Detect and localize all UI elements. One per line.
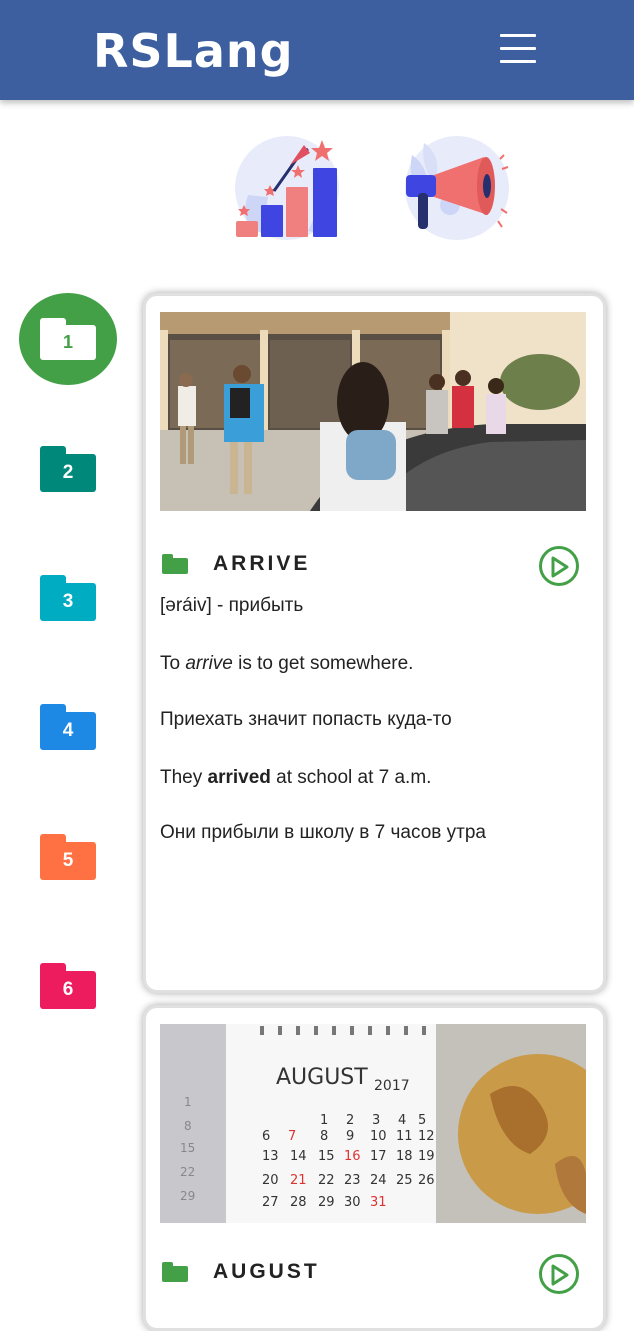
text-meaning-translate: Приехать значит попасть куда-то: [160, 709, 452, 730]
svg-text:12: 12: [418, 1129, 435, 1144]
svg-text:9: 9: [346, 1129, 354, 1144]
word-card: ARRIVE [əráiv] - прибыть To arrive is to…: [143, 293, 606, 993]
statistics-chart-icon[interactable]: [234, 135, 340, 241]
svg-text:19: 19: [418, 1149, 435, 1164]
svg-text:20: 20: [262, 1173, 279, 1188]
group-label: 5: [40, 842, 96, 880]
folder-icon: [162, 554, 188, 574]
play-icon: [551, 1264, 569, 1286]
folder-icon: [162, 1262, 188, 1282]
svg-text:22: 22: [318, 1173, 335, 1188]
text-meaning-suffix: is to get somewhere.: [232, 653, 414, 674]
svg-text:24: 24: [370, 1173, 387, 1188]
svg-text:31: 31: [370, 1195, 387, 1210]
word-image: AUGUST 2017 12345 6 7 8 9 10 11 12 13 14 15 16 17 1…: [160, 1024, 586, 1223]
play-icon: [551, 556, 569, 578]
text-example-prefix: They: [160, 767, 208, 788]
svg-text:22: 22: [180, 1165, 195, 1179]
svg-text:18: 18: [396, 1149, 413, 1164]
svg-text:8: 8: [320, 1129, 328, 1144]
word-title: ARRIVE: [213, 552, 311, 575]
folder-icon: 1: [40, 318, 96, 360]
group-6-button[interactable]: 6: [40, 963, 96, 1009]
calendar-year: 2017: [374, 1078, 410, 1094]
app-logo[interactable]: RSLang: [93, 24, 294, 78]
word-transcription: [əráiv] - прибыть: [160, 595, 304, 616]
svg-text:29: 29: [180, 1189, 195, 1203]
svg-text:15: 15: [318, 1149, 335, 1164]
svg-text:17: 17: [370, 1149, 387, 1164]
word-header: ARRIVE: [160, 546, 586, 586]
text-example-suffix: at school at 7 a.m.: [270, 767, 432, 788]
group-3-button[interactable]: 3: [40, 575, 96, 621]
play-audio-button[interactable]: [539, 1254, 579, 1294]
svg-text:11: 11: [396, 1129, 413, 1144]
group-4-button[interactable]: 4: [40, 704, 96, 750]
svg-text:25: 25: [396, 1173, 413, 1188]
svg-text:26: 26: [418, 1173, 435, 1188]
group-2-button[interactable]: 2: [40, 446, 96, 492]
svg-text:10: 10: [370, 1129, 387, 1144]
svg-text:1: 1: [184, 1095, 192, 1109]
svg-text:8: 8: [184, 1119, 192, 1133]
svg-text:15: 15: [180, 1141, 195, 1155]
svg-text:2: 2: [346, 1113, 354, 1128]
group-1-button[interactable]: 1: [19, 293, 117, 385]
group-label: 4: [40, 712, 96, 750]
svg-text:1: 1: [320, 1113, 328, 1128]
svg-text:3: 3: [372, 1113, 380, 1128]
svg-text:13: 13: [262, 1149, 279, 1164]
word-title: AUGUST: [213, 1260, 320, 1283]
app-header: RSLang: [0, 0, 634, 100]
word-card: AUGUST 2017 12345 6 7 8 9 10 11 12 13 14 15 16 17 1…: [143, 1005, 606, 1331]
svg-text:7: 7: [288, 1129, 296, 1144]
svg-text:23: 23: [344, 1173, 361, 1188]
svg-text:14: 14: [290, 1149, 307, 1164]
text-example-translate: Они прибыли в школу в 7 часов утра: [160, 822, 486, 843]
text-meaning: To arrive is to get somewhere.: [160, 653, 413, 675]
group-label: 3: [40, 583, 96, 621]
play-audio-button[interactable]: [539, 546, 579, 586]
group-label: 6: [40, 971, 96, 1009]
group-label: 2: [40, 454, 96, 492]
group-label: 1: [40, 325, 96, 360]
text-meaning-prefix: To: [160, 653, 186, 674]
megaphone-icon[interactable]: [404, 135, 510, 241]
svg-text:21: 21: [290, 1173, 307, 1188]
svg-text:16: 16: [344, 1149, 361, 1164]
word-header: AUGUST: [160, 1254, 586, 1294]
word-image: [160, 312, 586, 511]
svg-text:28: 28: [290, 1195, 307, 1210]
svg-text:29: 29: [318, 1195, 335, 1210]
group-5-button[interactable]: 5: [40, 834, 96, 880]
svg-text:30: 30: [344, 1195, 361, 1210]
text-example: They arrived at school at 7 a.m.: [160, 767, 431, 789]
svg-text:6: 6: [262, 1129, 270, 1144]
svg-text:27: 27: [262, 1195, 279, 1210]
text-example-word: arrived: [207, 767, 271, 788]
svg-text:5: 5: [418, 1113, 426, 1128]
hamburger-menu-icon[interactable]: [500, 34, 536, 64]
text-meaning-word: arrive: [185, 653, 233, 674]
calendar-month: AUGUST: [276, 1065, 368, 1090]
svg-text:4: 4: [398, 1113, 406, 1128]
